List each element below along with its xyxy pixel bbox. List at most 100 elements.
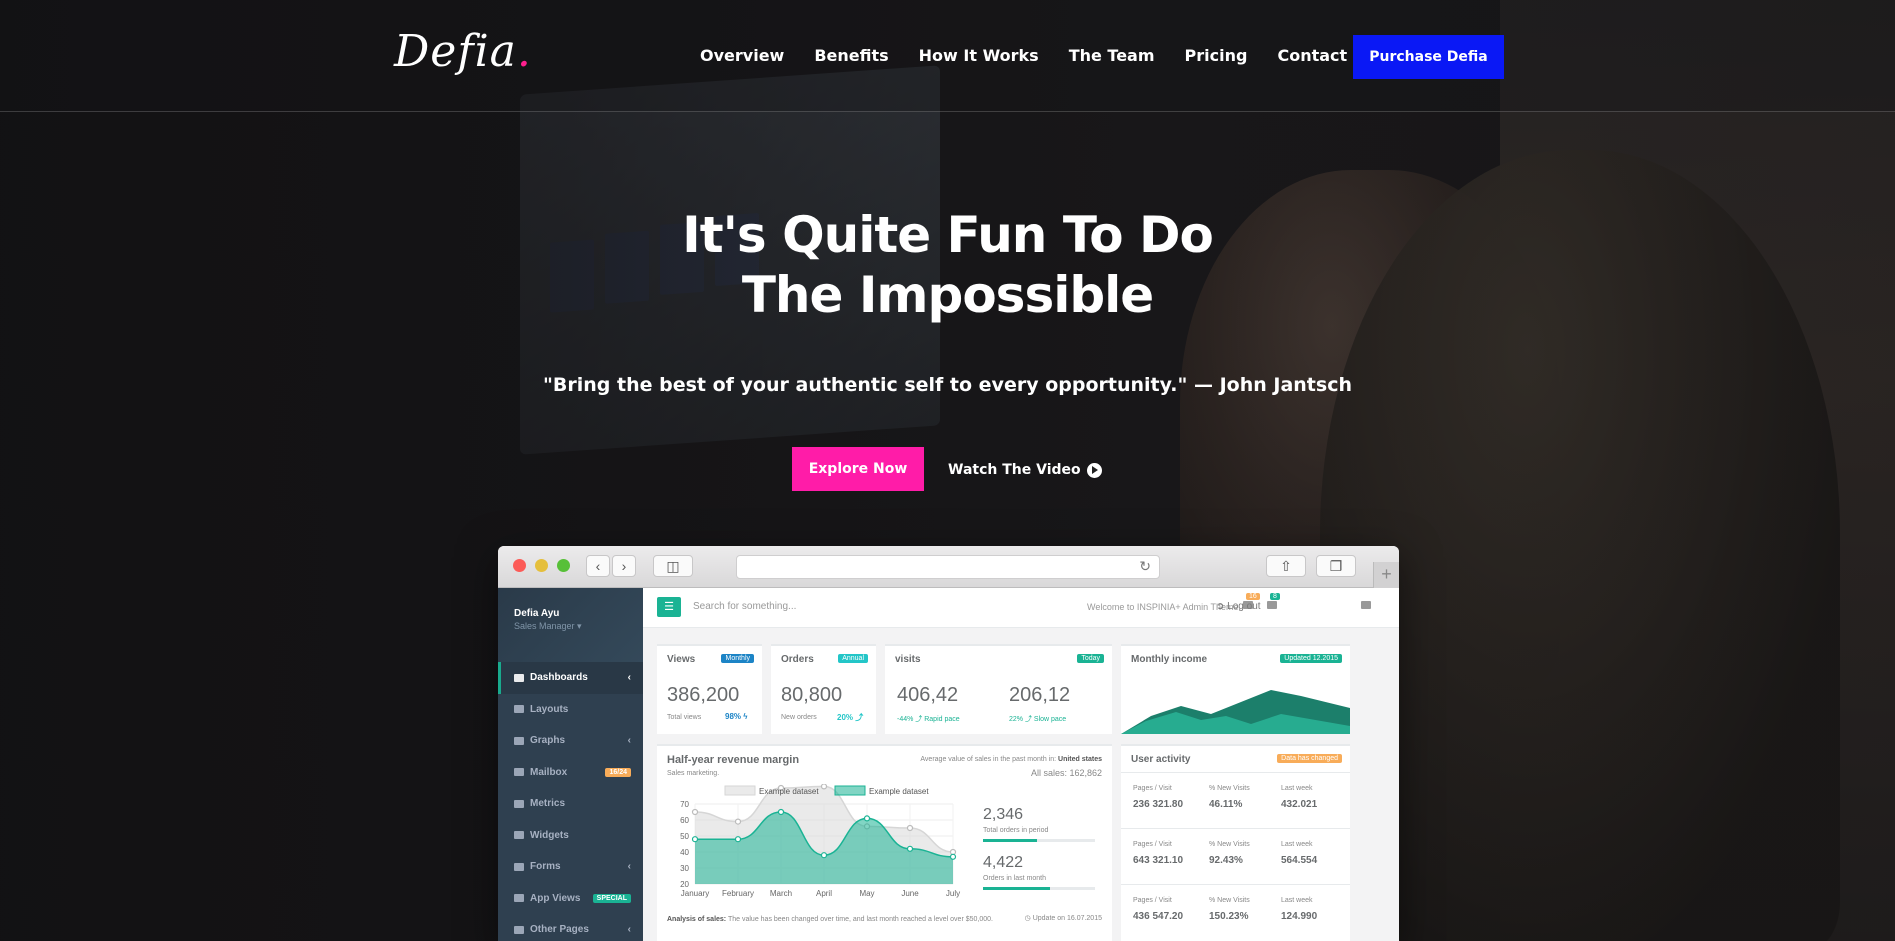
chevron-left-icon: ‹ xyxy=(627,672,631,684)
envelope-icon xyxy=(514,768,524,777)
new-visits-value: 150.23% xyxy=(1209,911,1249,922)
card-title: Monthly income xyxy=(1131,654,1208,665)
card-label: Today xyxy=(1077,654,1104,663)
share-icon: ⇧ xyxy=(1266,555,1306,577)
card-label: Annual xyxy=(838,654,868,663)
new-visits-value: 46.11% xyxy=(1209,799,1243,810)
hero-quote: "Bring the best of your authentic self t… xyxy=(543,374,1352,396)
revenue-chart: 70 60 50 40 30 20January February March April May… xyxy=(680,784,960,898)
stat-card-orders: Orders Annual 80,800 New orders 20% ⤴ xyxy=(771,644,876,734)
income-sparkline xyxy=(1121,690,1350,734)
dashboard-sidebar: Defia Ayu Sales Manager ▾ Dashboards ‹ La… xyxy=(498,588,643,941)
maximize-window-dot xyxy=(557,559,570,572)
average-place: United states xyxy=(1058,756,1102,763)
logout-label: Log out xyxy=(1227,601,1261,612)
play-icon xyxy=(1086,462,1102,478)
sidebar-item-widgets: Widgets xyxy=(498,820,643,852)
edit-icon xyxy=(514,862,524,871)
legend-label: Example dataset xyxy=(759,787,819,796)
sidebar-item-graphs: Graphs ‹ xyxy=(498,725,643,757)
sidebar-item-label: Mailbox xyxy=(530,766,568,778)
y-tick-label: 20 xyxy=(680,880,689,889)
sidebar-item-layouts: Layouts xyxy=(498,694,643,726)
new-visits-header: % New Visits xyxy=(1209,841,1250,848)
revenue-average: Average value of sales in the past month… xyxy=(920,756,1102,763)
data-point xyxy=(734,836,742,843)
dashboard-main: ☰ Search for something... Welcome to INS… xyxy=(643,588,1399,941)
layouts-icon xyxy=(514,705,524,714)
pages-visit-value: 643 321.10 xyxy=(1133,855,1184,866)
card-label: Monthly xyxy=(721,654,754,663)
special-badge: SPECIAL xyxy=(592,893,631,903)
brand-logo[interactable]: Defia. xyxy=(394,26,532,77)
pages-visit-header: Pages / Visit xyxy=(1133,841,1172,848)
explore-now-button[interactable]: Explore Now xyxy=(792,447,924,491)
pages-visit-header: Pages / Visit xyxy=(1133,785,1172,792)
watch-video-label: Watch The Video xyxy=(948,462,1081,478)
last-week-header: Last week xyxy=(1281,897,1313,904)
stat-card-views: Views Monthly 386,200 Total views 98% ϟ xyxy=(657,644,762,734)
visits-value-rapid: 406,42 xyxy=(897,684,959,706)
sidebar-item-label: Metrics xyxy=(530,798,566,810)
y-tick-label: 30 xyxy=(680,864,689,873)
back-arrow-icon: ‹ xyxy=(586,555,610,577)
watch-video-button[interactable]: Watch The Video xyxy=(948,460,1102,480)
activity-row: Pages / Visit 643 321.10 % New Visits 92… xyxy=(1121,828,1350,884)
x-tick-label: April xyxy=(816,889,832,898)
chevron-left-icon: ‹ xyxy=(627,735,631,747)
bell-icon xyxy=(1267,601,1277,609)
views-percent: 98% ϟ xyxy=(725,712,748,721)
hero-title-line-2: The Impossible xyxy=(741,266,1154,324)
nav-link-the-team[interactable]: The Team xyxy=(1069,46,1155,65)
new-tab-icon: + xyxy=(1373,562,1399,588)
all-sales: All sales: 162,862 xyxy=(1030,768,1102,778)
reload-icon: ↻ xyxy=(1139,558,1151,574)
bar-chart-icon xyxy=(514,736,524,745)
card-title: visits xyxy=(895,654,921,665)
average-text: Average value of sales in the past month… xyxy=(920,756,1057,763)
nav-link-benefits[interactable]: Benefits xyxy=(814,46,888,65)
data-point xyxy=(820,784,828,790)
data-point xyxy=(777,808,785,816)
minimize-window-dot xyxy=(535,559,548,572)
legend-label: Example dataset xyxy=(869,787,929,796)
x-tick-label: March xyxy=(770,889,792,898)
total-orders-label: Total orders in period xyxy=(983,827,1049,834)
profile-role: Sales Manager ▾ xyxy=(514,621,582,631)
sidebar-toggle-icon: ◫ xyxy=(653,555,693,577)
logo-text: Defia xyxy=(394,26,517,77)
main-nav: Overview Benefits How It Works The Team … xyxy=(700,46,1405,65)
views-sub: Total views xyxy=(667,714,702,721)
total-orders-value: 2,346 xyxy=(983,806,1024,823)
views-value: 386,200 xyxy=(667,684,740,706)
x-tick-label: February xyxy=(722,889,754,898)
pages-visit-value: 436 547.20 xyxy=(1133,911,1184,922)
activity-row: Pages / Visit 236 321.80 % New Visits 46… xyxy=(1121,772,1350,828)
flask-icon xyxy=(514,831,524,840)
total-orders-progress xyxy=(983,839,1095,842)
pages-visit-value: 236 321.80 xyxy=(1133,799,1184,810)
purchase-button[interactable]: Purchase Defia xyxy=(1353,35,1504,79)
dashboard-icon xyxy=(514,673,524,682)
dashboard-search-placeholder: Search for something... xyxy=(693,601,797,612)
data-point xyxy=(863,815,871,822)
nav-link-pricing[interactable]: Pricing xyxy=(1185,46,1248,65)
sidebar-item-dashboards: Dashboards ‹ xyxy=(498,662,643,694)
card-title: Views xyxy=(667,654,696,665)
x-tick-label: June xyxy=(901,889,919,898)
data-point xyxy=(906,824,914,832)
nav-link-how-it-works[interactable]: How It Works xyxy=(919,46,1039,65)
stat-card-visits: visits Today 406,42 -44% ⤴ Rapid pace 20… xyxy=(885,644,1112,734)
nav-link-overview[interactable]: Overview xyxy=(700,46,784,65)
forward-arrow-icon: › xyxy=(612,555,636,577)
data-point xyxy=(734,818,742,825)
data-point xyxy=(820,852,828,859)
new-visits-value: 92.43% xyxy=(1209,855,1243,866)
sidebar-item-label: Dashboards xyxy=(530,672,588,684)
mail-count-badge: 16 xyxy=(1246,593,1260,600)
orders-last-month-progress-fill xyxy=(983,887,1051,890)
y-tick-label: 60 xyxy=(680,816,689,825)
sidebar-item-label: Layouts xyxy=(530,703,569,715)
legend-swatch xyxy=(834,785,866,796)
sidebar-item-label: Other Pages xyxy=(530,924,589,936)
